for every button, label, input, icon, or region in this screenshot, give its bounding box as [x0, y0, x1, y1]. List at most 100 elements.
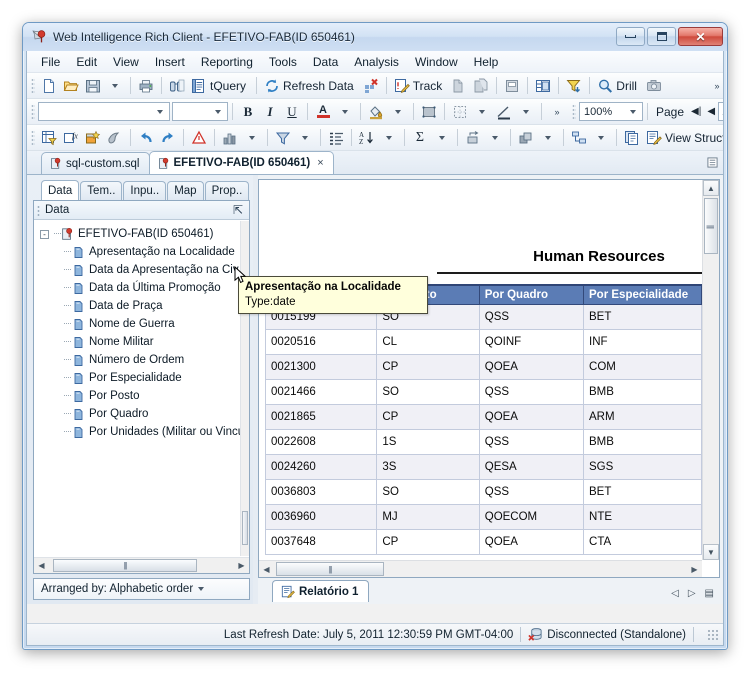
report-table[interactable]: Número de Ordem Por Posto Por Quadro Por…: [264, 284, 702, 555]
font-color-button[interactable]: A: [312, 101, 334, 123]
break-button[interactable]: [462, 127, 484, 149]
insert-chart-dropdown[interactable]: [241, 127, 263, 149]
scrollbar-thumb[interactable]: [242, 511, 248, 545]
scrollbar-thumb[interactable]: |||: [276, 562, 384, 576]
panel-grip[interactable]: [37, 205, 40, 216]
purge-data-button[interactable]: [360, 75, 382, 97]
break-dropdown[interactable]: [484, 127, 506, 149]
menu-edit[interactable]: Edit: [68, 53, 105, 71]
cell-por-quadro[interactable]: QOEA: [478, 354, 585, 380]
table-row[interactable]: 0024260 3S QESA SGS: [264, 454, 702, 480]
menu-file[interactable]: File: [33, 53, 68, 71]
menu-tools[interactable]: Tools: [261, 53, 305, 71]
cell-por-especialidade[interactable]: SGS: [583, 454, 702, 480]
tree-node-nome-militar[interactable]: Nome Militar: [38, 333, 249, 351]
save-button[interactable]: [82, 75, 104, 97]
tree-node-data-de-praca[interactable]: Data de Praça: [38, 297, 249, 315]
find-button[interactable]: [166, 75, 188, 97]
tree-node-apresentacao-na-localidade[interactable]: Apresentação na Localidade: [38, 243, 249, 261]
redo-button[interactable]: [157, 127, 179, 149]
drill-button[interactable]: Drill: [594, 75, 643, 97]
report-horizontal-scrollbar[interactable]: ◀ ||| ▶: [259, 560, 702, 577]
cell-por-especialidade[interactable]: NTE: [583, 504, 702, 530]
column-header-por-quadro[interactable]: Por Quadro: [478, 284, 585, 305]
cell-numero-de-ordem[interactable]: 0021466: [264, 379, 378, 405]
cell-por-quadro[interactable]: QSS: [478, 479, 585, 505]
chevron-down-icon[interactable]: [198, 587, 205, 591]
cell-por-quadro[interactable]: QOECOM: [478, 504, 585, 530]
ranking-button[interactable]: [325, 127, 347, 149]
cell-por-especialidade[interactable]: BET: [583, 479, 702, 505]
new-document-button[interactable]: [38, 75, 60, 97]
column-header-por-especialidade[interactable]: Por Especialidade: [583, 284, 702, 305]
cell-por-especialidade[interactable]: CTA: [583, 529, 702, 555]
page-input[interactable]: 1: [718, 102, 723, 121]
maximize-button[interactable]: [647, 27, 676, 46]
toolbar-grip[interactable]: [31, 103, 35, 120]
cell-por-quadro[interactable]: QOINF: [478, 329, 585, 355]
pin-icon[interactable]: ⇱: [233, 203, 243, 217]
toolbar-grip[interactable]: [31, 129, 35, 146]
document-tab-list-icon[interactable]: [705, 155, 719, 169]
tree-node-data-da-apresentacao[interactable]: Data da Apresentação na Civ: [38, 261, 249, 279]
table-row[interactable]: 0021865 CP QOEA ARM: [264, 404, 702, 430]
outline-button[interactable]: [501, 75, 523, 97]
edit-query-button[interactable]: tQuery: [188, 75, 252, 97]
sort-button[interactable]: AZ: [356, 127, 378, 149]
filter-button[interactable]: [272, 127, 294, 149]
tab-input-controls[interactable]: Inpu..: [123, 181, 167, 200]
menu-window[interactable]: Window: [407, 53, 466, 71]
tab-data[interactable]: Data: [41, 180, 80, 200]
cell-por-especialidade[interactable]: COM: [583, 354, 702, 380]
zoom-combo[interactable]: 100%: [579, 102, 643, 121]
cell-por-especialidade[interactable]: INF: [583, 329, 702, 355]
menu-analysis[interactable]: Analysis: [346, 53, 407, 71]
prev-page-icon[interactable]: ◀: [704, 106, 718, 117]
toolbar-grip[interactable]: [572, 103, 576, 120]
hierarchy-dropdown[interactable]: [590, 127, 612, 149]
scroll-right-icon[interactable]: ▶: [234, 558, 249, 573]
scrollbar-thumb[interactable]: |||: [704, 198, 718, 254]
italic-button[interactable]: I: [259, 101, 281, 123]
underline-button[interactable]: U: [281, 101, 303, 123]
sum-button[interactable]: Σ: [409, 127, 431, 149]
nav-list-icon[interactable]: ▤: [705, 588, 714, 599]
cell-por-posto[interactable]: CL: [376, 329, 480, 355]
refresh-data-button[interactable]: Refresh Data: [261, 75, 360, 97]
close-button[interactable]: ✕: [678, 27, 723, 46]
document-tab-sql-custom[interactable]: sql-custom.sql: [41, 152, 150, 174]
minimize-button[interactable]: [616, 27, 645, 46]
cell-por-quadro[interactable]: QSS: [478, 379, 585, 405]
border-style-dropdown[interactable]: [515, 101, 537, 123]
cell-por-posto[interactable]: CP: [376, 529, 480, 555]
cell-numero-de-ordem[interactable]: 0021300: [264, 354, 378, 380]
font-family-combo[interactable]: [38, 102, 170, 121]
cell-numero-de-ordem[interactable]: 0036960: [264, 504, 378, 530]
insert-chart-button[interactable]: [219, 127, 241, 149]
tree-node-por-unidades[interactable]: Por Unidades (Militar ou Vincu: [38, 423, 249, 441]
undo-page-button[interactable]: [470, 75, 492, 97]
filter-bar-button[interactable]: [563, 75, 585, 97]
cell-por-especialidade[interactable]: BET: [583, 304, 702, 330]
toolbar-grip[interactable]: [31, 77, 35, 94]
cell-numero-de-ordem[interactable]: 0037648: [264, 529, 378, 555]
format-painter-button[interactable]: [104, 127, 126, 149]
snapshot-button[interactable]: [643, 75, 665, 97]
cell-por-posto[interactable]: CP: [376, 404, 480, 430]
close-icon[interactable]: ×: [317, 157, 323, 169]
cell-por-quadro[interactable]: QESA: [478, 454, 585, 480]
borders-dropdown[interactable]: [471, 101, 493, 123]
resize-grip[interactable]: [707, 628, 719, 641]
tab-map[interactable]: Map: [167, 181, 204, 200]
report-tab-relatorio-1[interactable]: Relatório 1: [272, 580, 370, 602]
toolbar-overflow-icon[interactable]: »: [711, 75, 723, 97]
table-row[interactable]: 0021466 SO QSS BMB: [264, 379, 702, 405]
borders-button[interactable]: [449, 101, 471, 123]
merge-dropdown[interactable]: [537, 127, 559, 149]
alerters-button[interactable]: [188, 127, 210, 149]
table-row[interactable]: 0037648 CP QOEA CTA: [264, 529, 702, 555]
format-overflow-button[interactable]: »: [546, 101, 568, 123]
cell-por-especialidade[interactable]: ARM: [583, 404, 702, 430]
cell-por-especialidade[interactable]: BMB: [583, 379, 702, 405]
tree-node-root[interactable]: - EFETIVO-FAB(ID 650461): [38, 225, 249, 243]
